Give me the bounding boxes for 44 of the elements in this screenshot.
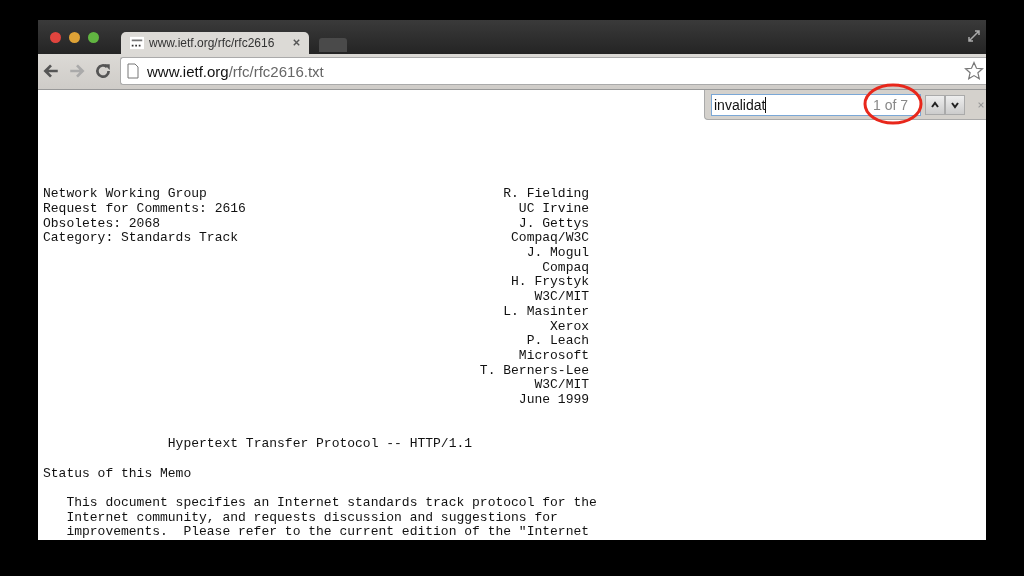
author-text: J. Gettys: [518, 216, 590, 232]
chevron-up-icon: [930, 99, 940, 110]
author-text: W3C/MIT: [534, 378, 590, 393]
author-text: P. Leach: [526, 334, 590, 349]
author-text: Xerox: [550, 319, 590, 335]
body-text: Internet community, and requests discussion and suggestions for: [66, 509, 558, 525]
body-text: This document specifies an Internet standards track protocol for the: [66, 494, 597, 510]
author-text: Compaq: [542, 260, 590, 276]
author-text: H. Frystyk: [511, 275, 590, 291]
highlight-circle: [863, 82, 923, 127]
address-bar[interactable]: www.ietf.org/rfc/rfc2616.txt: [120, 57, 986, 86]
author-text: UC Irvine: [518, 201, 590, 217]
author-text: Microsoft: [518, 348, 590, 364]
body-text: improvements. Please refer to the current edition of the "Internet: [66, 524, 590, 540]
header-text: Network Working Group: [43, 187, 207, 202]
header-text: Obsoletes: 2068: [43, 216, 161, 232]
document-title: Hypertext Transfer Protocol -- HTTP/1.1: [167, 436, 473, 452]
fullscreen-icon[interactable]: [966, 28, 982, 44]
author-text: T. Berners-Lee: [479, 363, 590, 379]
section-heading: Status of this Memo: [43, 465, 192, 481]
next-match-button[interactable]: [945, 94, 965, 115]
favicon-icon: [129, 35, 145, 50]
find-query: invalidat: [714, 96, 767, 113]
find-field[interactable]: invalidat 1 of 7: [711, 93, 921, 116]
author-text: W3C/MIT: [534, 290, 590, 305]
previous-match-button[interactable]: [925, 94, 945, 115]
url-text: www.ietf.org/rfc/rfc2616.txt: [147, 62, 325, 80]
reload-icon[interactable]: [94, 62, 112, 81]
zoom-window-icon[interactable]: [88, 31, 99, 43]
header-text: Request for Comments: 2616: [43, 201, 246, 217]
close-window-icon[interactable]: [50, 31, 61, 43]
author-text: J. Mogul: [526, 246, 590, 261]
author-text: Compaq/W3C: [511, 231, 590, 246]
author-text: L. Masinter: [503, 304, 590, 320]
page-icon: [127, 63, 139, 80]
browser-tab[interactable]: www.ietf.org/rfc/rfc2616: [121, 31, 309, 54]
bookmark-star-icon[interactable]: [964, 61, 984, 82]
minimize-window-icon[interactable]: [69, 31, 80, 43]
author-text: R. Fielding: [503, 187, 590, 202]
close-tab-icon[interactable]: [292, 38, 301, 48]
match-count: 1 of 7: [872, 96, 908, 113]
header-text: Category: Standards Track: [43, 231, 239, 246]
tab-title: www.ietf.org/rfc/rfc2616: [149, 35, 276, 50]
author-text: June 1999: [518, 393, 590, 408]
